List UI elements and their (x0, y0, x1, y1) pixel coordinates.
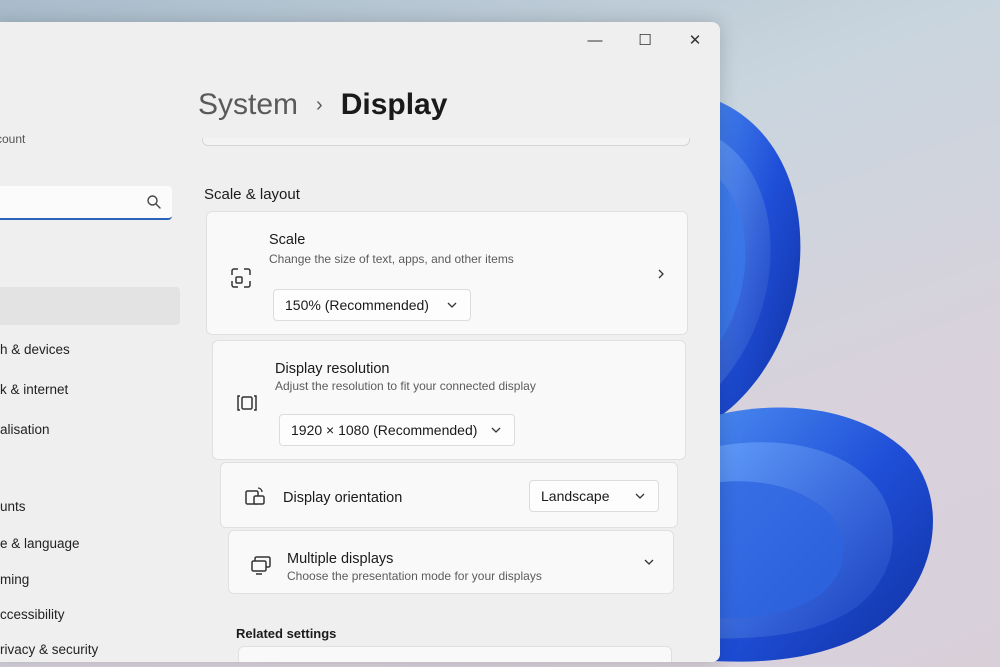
orientation-icon (245, 487, 265, 505)
display-resolution-card[interactable]: Display resolution Adjust the resolution… (212, 340, 686, 460)
window-controls: — ☐ ✕ (570, 22, 720, 58)
maximize-button[interactable]: ☐ (620, 22, 670, 58)
multiple-displays-icon (251, 556, 271, 575)
breadcrumb: System › Display (198, 88, 447, 122)
chevron-right-icon[interactable] (655, 268, 667, 280)
sidebar-item-gaming[interactable]: ming (0, 572, 29, 587)
display-resolution-dropdown[interactable]: 1920 × 1080 (Recommended) (279, 414, 515, 446)
sidebar-item-privacy-security[interactable]: rivacy & security (0, 642, 98, 657)
chevron-down-icon (447, 302, 457, 308)
scale-title: Scale (269, 232, 306, 248)
display-orientation-title: Display orientation (283, 490, 403, 506)
sidebar: ccount h & devices k & internet alisatio… (0, 22, 180, 662)
display-resolution-title: Display resolution (275, 361, 390, 377)
display-resolution-dropdown-value: 1920 × 1080 (Recommended) (291, 422, 478, 438)
section-title: Scale & layout (204, 186, 300, 203)
related-settings-title: Related settings (236, 626, 337, 641)
scale-subtitle: Change the size of text, apps, and other… (269, 252, 514, 266)
multiple-displays-subtitle: Choose the presentation mode for your di… (287, 569, 542, 583)
search-icon (147, 195, 161, 209)
account-label: ccount (0, 132, 26, 146)
page-title: Display (340, 88, 448, 121)
sidebar-item-accessibility[interactable]: ccessibility (0, 607, 65, 622)
close-button[interactable]: ✕ (670, 22, 720, 58)
multiple-displays-card[interactable]: Multiple displays Choose the presentatio… (228, 530, 674, 594)
previous-card-edge (202, 138, 690, 146)
resolution-icon (237, 395, 257, 411)
multiple-displays-title: Multiple displays (287, 551, 394, 567)
sidebar-item-bluetooth-devices[interactable]: h & devices (0, 342, 70, 357)
search-input[interactable] (0, 186, 172, 220)
settings-window: — ☐ ✕ ccount h & devices k & internet al… (0, 22, 720, 662)
scale-dropdown[interactable]: 150% (Recommended) (273, 289, 471, 321)
sidebar-item-network-internet[interactable]: k & internet (0, 382, 68, 397)
display-orientation-dropdown-value: Landscape (541, 488, 610, 504)
chevron-down-icon[interactable] (643, 556, 655, 568)
chevron-down-icon (491, 427, 501, 433)
breadcrumb-parent[interactable]: System (198, 88, 298, 122)
sidebar-item-accounts[interactable]: unts (0, 499, 26, 514)
sidebar-item-system-active[interactable] (0, 287, 180, 325)
sidebar-item-time-language[interactable]: e & language (0, 536, 80, 551)
display-orientation-card: Display orientation Landscape (220, 462, 678, 528)
chevron-down-icon (635, 493, 645, 499)
scale-dropdown-value: 150% (Recommended) (285, 297, 429, 313)
display-resolution-subtitle: Adjust the resolution to fit your connec… (275, 379, 536, 393)
minimize-button[interactable]: — (570, 22, 620, 58)
scale-icon (231, 268, 251, 288)
sidebar-item-personalisation[interactable]: alisation (0, 422, 50, 437)
display-orientation-dropdown[interactable]: Landscape (529, 480, 659, 512)
related-settings-card[interactable] (238, 646, 672, 662)
scale-card[interactable]: Scale Change the size of text, apps, and… (206, 211, 688, 335)
breadcrumb-separator: › (316, 93, 323, 116)
